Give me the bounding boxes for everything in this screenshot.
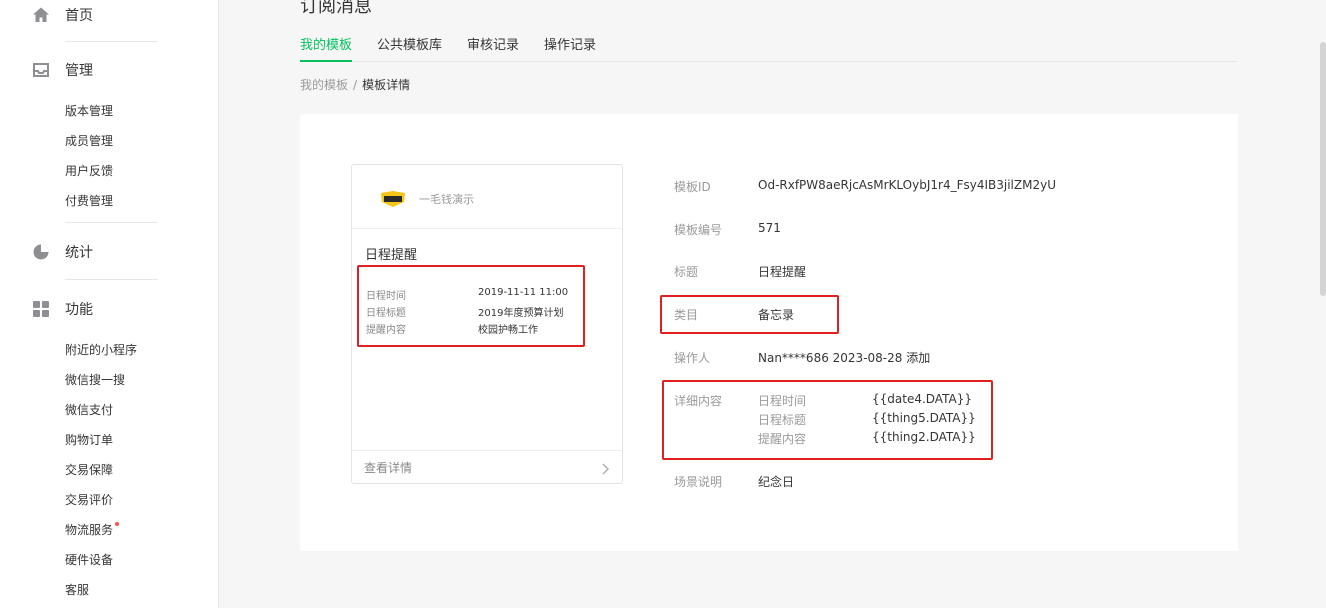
preview-footer[interactable]: 查看详情 bbox=[352, 450, 622, 484]
page-title: 订阅消息 bbox=[300, 0, 372, 17]
nav-features[interactable]: 功能 bbox=[32, 297, 93, 321]
nav-divider bbox=[65, 41, 158, 42]
breadcrumb-current: 模板详情 bbox=[362, 78, 411, 92]
nav-wechat-search[interactable]: 微信搜一搜 bbox=[65, 371, 125, 388]
breadcrumb: 我的模板 / 模板详情 bbox=[300, 76, 410, 93]
tab-bar: 我的模板 公共模板库 审核记录 操作记录 bbox=[300, 36, 1238, 62]
scene-label: 场景说明 bbox=[674, 475, 723, 489]
tab-review-records[interactable]: 审核记录 bbox=[467, 36, 519, 62]
tab-operation-records[interactable]: 操作记录 bbox=[544, 36, 596, 62]
nav-payment-manage[interactable]: 付费管理 bbox=[65, 192, 113, 209]
nav-trade-review[interactable]: 交易评价 bbox=[65, 491, 113, 508]
nav-home[interactable]: 首页 bbox=[32, 3, 93, 27]
highlight-box bbox=[357, 265, 585, 347]
template-no-value: 571 bbox=[758, 221, 781, 235]
notice-dot bbox=[115, 522, 119, 526]
preview-title: 日程提醒 bbox=[365, 248, 418, 263]
sidebar: 首页 管理 版本管理 成员管理 用户反馈 付费管理 统计 功能 附近的小程序 微… bbox=[0, 0, 219, 608]
nav-logistics[interactable]: 物流服务 bbox=[65, 521, 113, 538]
title-value: 日程提醒 bbox=[758, 265, 807, 279]
operator-value: Nan****686 2023-08-28 添加 bbox=[758, 351, 931, 365]
title-label: 标题 bbox=[674, 265, 699, 279]
breadcrumb-separator: / bbox=[353, 78, 358, 92]
app-logo-icon bbox=[380, 190, 406, 208]
preview-app-name: 一毛钱演示 bbox=[419, 193, 474, 206]
nav-version-manage[interactable]: 版本管理 bbox=[65, 102, 113, 119]
nav-user-feedback[interactable]: 用户反馈 bbox=[65, 162, 113, 179]
nav-divider bbox=[65, 222, 158, 223]
preview-header: 一毛钱演示 bbox=[352, 165, 622, 229]
template-no-label: 模板编号 bbox=[674, 223, 723, 237]
nav-member-manage[interactable]: 成员管理 bbox=[65, 132, 113, 149]
scrollbar[interactable] bbox=[1320, 42, 1326, 296]
nav-divider bbox=[65, 279, 158, 280]
highlight-box bbox=[662, 380, 993, 460]
nav-stats[interactable]: 统计 bbox=[32, 240, 93, 264]
chevron-right-icon bbox=[598, 461, 612, 475]
home-icon bbox=[32, 6, 50, 24]
nav-hardware[interactable]: 硬件设备 bbox=[65, 551, 113, 568]
nav-trade-guarantee[interactable]: 交易保障 bbox=[65, 461, 113, 478]
inbox-icon bbox=[32, 61, 50, 79]
operator-label: 操作人 bbox=[674, 351, 711, 365]
template-id-label: 模板ID bbox=[674, 180, 711, 194]
grid-icon bbox=[32, 300, 50, 318]
nav-manage-label: 管理 bbox=[65, 63, 93, 79]
nav-features-label: 功能 bbox=[65, 302, 93, 318]
pie-chart-icon bbox=[32, 243, 50, 261]
nav-stats-label: 统计 bbox=[65, 245, 93, 261]
template-id-value: Od-RxfPW8aeRjcAsMrKLOybJ1r4_Fsy4IB3jilZM… bbox=[758, 178, 1056, 192]
tab-public-library[interactable]: 公共模板库 bbox=[377, 36, 442, 62]
highlight-box bbox=[660, 295, 839, 334]
nav-home-label: 首页 bbox=[65, 8, 93, 24]
nav-customer-service[interactable]: 客服 bbox=[65, 581, 89, 598]
view-details-link[interactable]: 查看详情 bbox=[364, 459, 412, 476]
nav-wechat-pay[interactable]: 微信支付 bbox=[65, 401, 113, 418]
nav-nearby-miniprogram[interactable]: 附近的小程序 bbox=[65, 341, 137, 358]
nav-shopping-orders[interactable]: 购物订单 bbox=[65, 431, 113, 448]
nav-manage[interactable]: 管理 bbox=[32, 58, 93, 82]
scene-value: 纪念日 bbox=[758, 475, 795, 489]
breadcrumb-parent[interactable]: 我的模板 bbox=[300, 78, 348, 92]
tab-my-templates[interactable]: 我的模板 bbox=[300, 36, 353, 62]
